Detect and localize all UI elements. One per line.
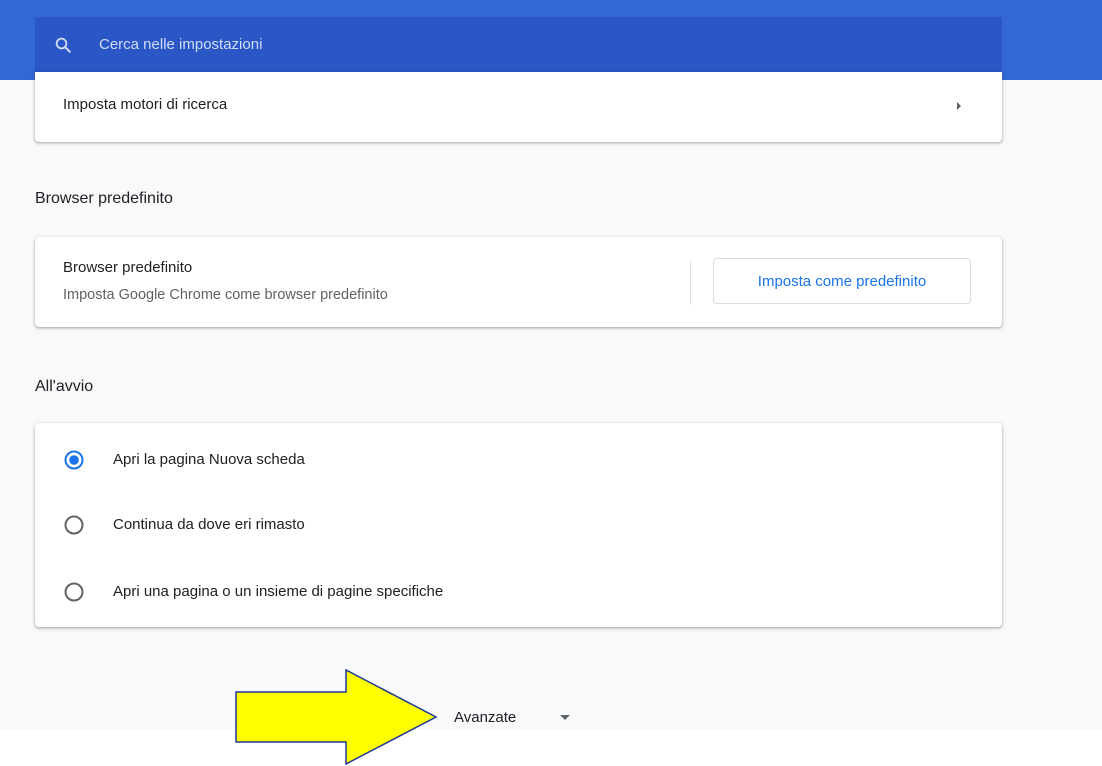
radio-unchecked-icon	[64, 582, 84, 602]
annotation-arrow-icon	[235, 668, 438, 766]
radio-unchecked-icon	[64, 515, 84, 535]
startup-option-new-tab[interactable]: Apri la pagina Nuova scheda	[35, 438, 1002, 482]
startup-option-label: Apri la pagina Nuova scheda	[113, 451, 305, 468]
search-input[interactable]: Cerca nelle impostazioni	[35, 17, 1002, 73]
set-as-default-button[interactable]: Imposta come predefinito	[713, 258, 971, 304]
startup-options-card: Apri la pagina Nuova scheda Continua da …	[35, 423, 1002, 627]
advanced-settings-toggle[interactable]: Avanzate	[445, 700, 595, 736]
default-browser-sublabel: Imposta Google Chrome come browser prede…	[63, 287, 388, 303]
caret-down-icon	[560, 715, 570, 720]
advanced-label: Avanzate	[454, 709, 517, 726]
startup-option-label: Continua da dove eri rimasto	[113, 516, 305, 533]
search-placeholder: Cerca nelle impostazioni	[99, 36, 263, 53]
search-icon	[55, 37, 71, 53]
default-browser-section-title: Browser predefinito	[35, 190, 173, 207]
search-engines-card: Imposta motori di ricerca	[35, 72, 1002, 142]
vertical-divider	[690, 261, 691, 305]
arrow-right-icon	[957, 102, 961, 110]
startup-option-specific-pages[interactable]: Apri una pagina o un insieme di pagine s…	[35, 570, 1002, 614]
default-browser-label: Browser predefinito	[63, 259, 193, 276]
manage-search-engines-row[interactable]: Imposta motori di ricerca	[35, 72, 1002, 142]
startup-option-continue[interactable]: Continua da dove eri rimasto	[35, 503, 1002, 547]
manage-search-engines-label: Imposta motori di ricerca	[63, 96, 228, 113]
settings-header: Cerca nelle impostazioni	[0, 0, 1102, 80]
startup-section-title: All'avvio	[35, 378, 94, 395]
radio-checked-icon	[64, 450, 84, 470]
default-browser-card: Browser predefinito Imposta Google Chrom…	[35, 237, 1002, 327]
startup-option-label: Apri una pagina o un insieme di pagine s…	[113, 583, 444, 600]
